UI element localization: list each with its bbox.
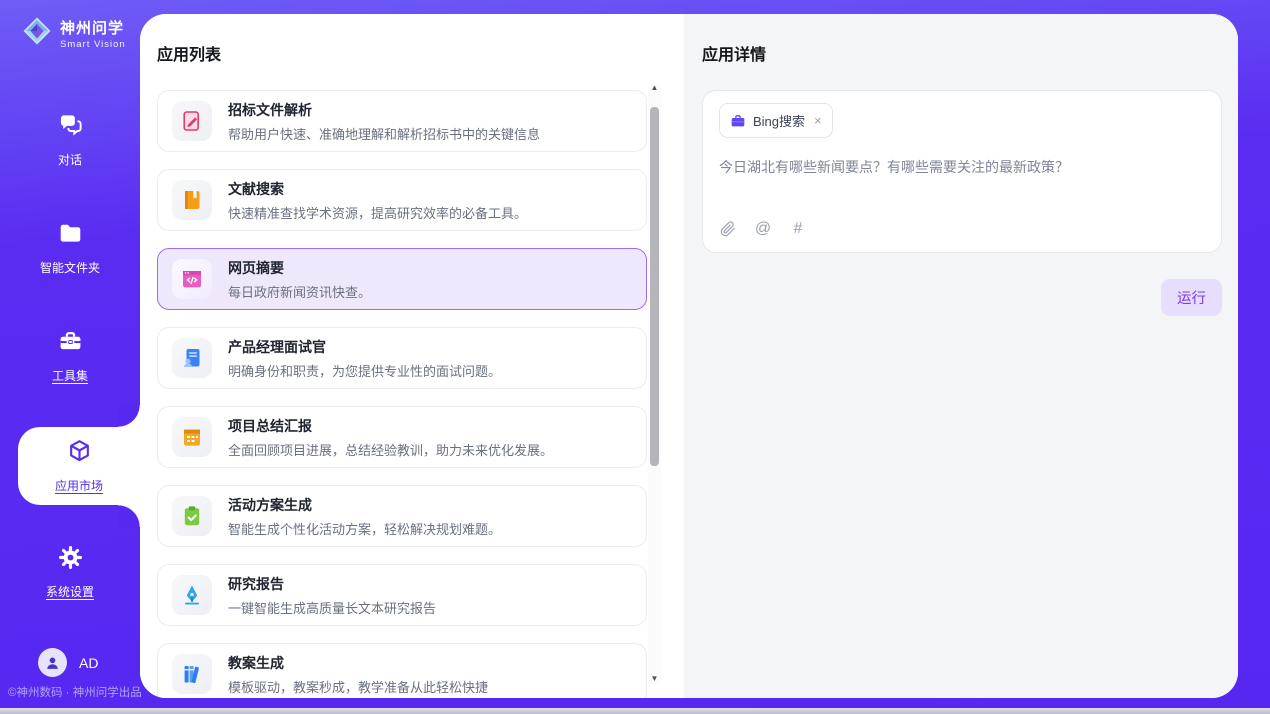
- app-card[interactable]: 教案生成 模板驱动，教案秒成，教学准备从此轻松快捷: [157, 643, 647, 698]
- app-card[interactable]: 项目总结汇报 全面回顾项目进展，总结经验教训，助力未来优化发展。: [157, 406, 647, 468]
- app-title: 文献搜索: [228, 179, 527, 199]
- toolbox-icon: [57, 328, 84, 355]
- prompt-text[interactable]: 今日湖北有哪些新闻要点？有哪些需要关注的最新政策？: [719, 157, 1205, 177]
- sidebar-item-gear[interactable]: 系统设置: [0, 544, 140, 600]
- app-description: 一键智能生成高质量长文本研究报告: [228, 598, 436, 617]
- brand-name: 神州问学: [60, 17, 126, 38]
- books-icon: [180, 662, 204, 686]
- gear-icon: [57, 544, 84, 571]
- brand-subtitle: Smart Vision: [60, 39, 126, 50]
- app-description: 帮助用户快速、准确地理解和解析招标书中的关键信息: [228, 124, 540, 143]
- app-card[interactable]: 活动方案生成 智能生成个性化活动方案，轻松解决规划难题。: [157, 485, 647, 547]
- sidebar-item-folder[interactable]: 智能文件夹: [0, 220, 140, 276]
- interview-doc-icon: [180, 346, 204, 370]
- sidebar-item-label: 系统设置: [0, 583, 140, 600]
- prompt-toolbar: @#: [719, 220, 1205, 238]
- app-description: 明确身份和职责，为您提供专业性的面试问题。: [228, 361, 501, 380]
- list-scrollbar[interactable]: ▲ ▼: [648, 82, 661, 684]
- app-description: 模板驱动，教案秒成，教学准备从此轻松快捷: [228, 677, 488, 696]
- app-title: 网页摘要: [228, 258, 371, 278]
- hash-icon[interactable]: #: [789, 220, 807, 238]
- app-list: 招标文件解析 帮助用户快速、准确地理解和解析招标书中的关键信息 文献搜索 快速精…: [157, 90, 647, 698]
- app-list-title: 应用列表: [157, 41, 684, 65]
- tool-chip-bing-search[interactable]: Bing搜索 ×: [719, 103, 833, 138]
- close-icon[interactable]: ×: [814, 113, 822, 128]
- app-title: 招标文件解析: [228, 100, 540, 120]
- attachment-icon[interactable]: [719, 220, 737, 238]
- sidebar-item-label: 对话: [0, 151, 140, 168]
- doc-edit-icon: [180, 109, 204, 133]
- app-title: 教案生成: [228, 653, 488, 673]
- app-title: 项目总结汇报: [228, 416, 553, 436]
- app-description: 每日政府新闻资讯快查。: [228, 282, 371, 301]
- app-title: 产品经理面试官: [228, 337, 501, 357]
- user-name: AD: [79, 655, 98, 671]
- app-card[interactable]: 网页摘要 每日政府新闻资讯快查。: [157, 248, 647, 310]
- brand-logo: 神州问学 Smart Vision: [22, 16, 126, 51]
- app-description: 快速精准查找学术资源，提高研究效率的必备工具。: [228, 203, 527, 222]
- window-bottom-edge: [0, 708, 1270, 714]
- sidebar-item-label: 工具集: [0, 367, 140, 384]
- sidebar-item-label: 应用市场: [18, 477, 140, 494]
- cube-icon: [66, 438, 93, 465]
- app-card[interactable]: 研究报告 一键智能生成高质量长文本研究报告: [157, 564, 647, 626]
- app-detail-panel: 应用详情 Bing搜索 × 今日湖北有哪些新闻要点？有哪些需要关注的最新政策？ …: [684, 14, 1238, 698]
- book-icon: [180, 188, 204, 212]
- user-account[interactable]: AD: [38, 648, 98, 677]
- app-title: 活动方案生成: [228, 495, 501, 515]
- folder-icon: [57, 220, 84, 247]
- copyright-text: ©神州数码 · 神州问学出品: [8, 684, 142, 700]
- mention-icon[interactable]: @: [754, 220, 772, 238]
- pen-report-icon: [180, 583, 204, 607]
- main-content: 应用列表 招标文件解析 帮助用户快速、准确地理解和解析招标书中的关键信息 文献搜…: [140, 14, 1238, 698]
- scrollbar-thumb[interactable]: [650, 107, 659, 466]
- app-card[interactable]: 产品经理面试官 明确身份和职责，为您提供专业性的面试问题。: [157, 327, 647, 389]
- app-list-panel: 应用列表 招标文件解析 帮助用户快速、准确地理解和解析招标书中的关键信息 文献搜…: [140, 14, 684, 698]
- web-code-icon: [180, 267, 204, 291]
- prompt-card: Bing搜索 × 今日湖北有哪些新闻要点？有哪些需要关注的最新政策？ @#: [702, 90, 1222, 253]
- clipboard-check-icon: [180, 504, 204, 528]
- sidebar-item-label: 智能文件夹: [0, 259, 140, 276]
- scroll-up-icon[interactable]: ▲: [648, 83, 661, 92]
- app-detail-title: 应用详情: [702, 41, 1222, 65]
- avatar-icon: [38, 648, 67, 677]
- sidebar: 神州问学 Smart Vision 对话 智能文件夹 工具集 应用市场 系统设置…: [0, 0, 140, 714]
- app-description: 智能生成个性化活动方案，轻松解决规划难题。: [228, 519, 501, 538]
- app-card[interactable]: 招标文件解析 帮助用户快速、准确地理解和解析招标书中的关键信息: [157, 90, 647, 152]
- sidebar-item-toolbox[interactable]: 工具集: [0, 328, 140, 384]
- sidebar-item-chat[interactable]: 对话: [0, 112, 140, 168]
- chat-icon: [57, 112, 84, 139]
- app-card[interactable]: 文献搜索 快速精准查找学术资源，提高研究效率的必备工具。: [157, 169, 647, 231]
- report-note-icon: [180, 425, 204, 449]
- gem-logo-icon: [22, 16, 52, 51]
- briefcase-icon: [730, 113, 746, 129]
- scroll-down-icon[interactable]: ▼: [648, 674, 661, 683]
- tool-chip-label: Bing搜索: [753, 111, 805, 130]
- app-description: 全面回顾项目进展，总结经验教训，助力未来优化发展。: [228, 440, 553, 459]
- run-button[interactable]: 运行: [1161, 279, 1222, 316]
- sidebar-item-cube[interactable]: 应用市场: [18, 427, 140, 505]
- app-title: 研究报告: [228, 574, 436, 594]
